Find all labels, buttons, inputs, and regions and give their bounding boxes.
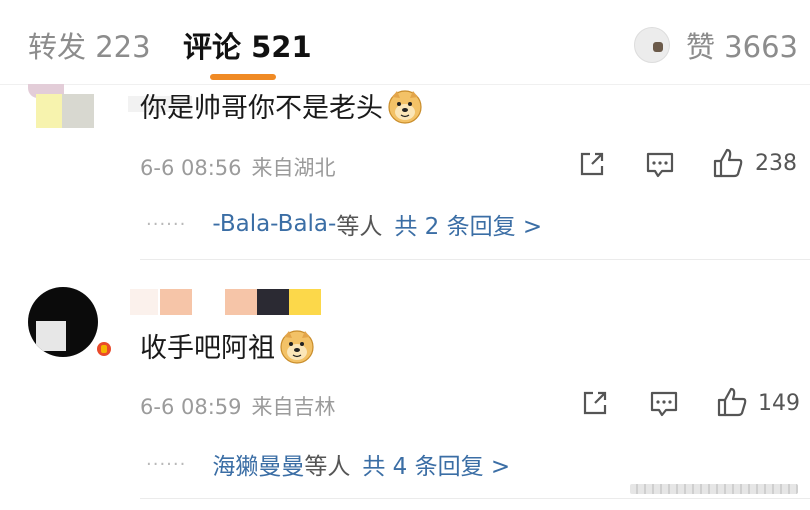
username-redacted[interactable]	[289, 289, 321, 315]
avatar[interactable]	[28, 287, 98, 357]
doge-emoji-icon	[280, 329, 314, 364]
comment-text-content: 收手吧阿祖	[140, 333, 275, 364]
tab-bar: 转发 223 评论 521 赞 3663	[0, 0, 810, 84]
reply-count-link[interactable]: 共 2 条回复 >	[394, 207, 542, 241]
doge-emoji-icon	[388, 89, 422, 124]
username-redacted[interactable]	[225, 289, 257, 315]
liker-avatar	[633, 27, 670, 63]
like-count: 149	[758, 391, 800, 416]
reply-dots: ······	[146, 453, 187, 475]
username-redacted[interactable]	[130, 289, 158, 315]
username-redacted[interactable]	[160, 289, 192, 315]
comment-location: 来自湖北	[251, 156, 336, 180]
reply-connector: 等人	[336, 214, 383, 240]
like-count: 238	[755, 151, 797, 176]
reply-usernames[interactable]: -Bala-Bala-	[212, 211, 336, 237]
comment-divider	[140, 259, 810, 260]
reply-connector: 等人	[304, 454, 351, 480]
comment-date: 6-6 08:56	[140, 156, 242, 180]
share-icon[interactable]	[581, 389, 609, 417]
comment-location: 来自吉林	[251, 395, 336, 419]
comment-meta: 6-6 08:59 来自吉林	[140, 391, 336, 421]
watermark-redacted	[630, 484, 798, 494]
active-tab-indicator	[210, 74, 276, 80]
comment-text: 收手吧阿祖	[140, 326, 315, 365]
reply-summary[interactable]: ······ 海獭曼曼 等人 共 4 条回复 >	[146, 447, 510, 481]
comment-icon[interactable]	[645, 151, 675, 179]
thumbs-up-icon[interactable]	[716, 386, 748, 418]
weibo-comments-screen: 转发 223 评论 521 赞 3663 你是帅哥你不是老头 6-6 08:56…	[0, 0, 810, 510]
comment-date: 6-6 08:59	[140, 395, 242, 419]
reply-summary[interactable]: ······ -Bala-Bala- 等人 共 2 条回复 >	[146, 207, 542, 241]
comment-text: 你是帅哥你不是老头	[140, 86, 423, 125]
tab-reposts[interactable]: 转发 223	[28, 24, 151, 66]
avatar[interactable]	[28, 84, 110, 130]
tab-comments[interactable]: 评论 521	[183, 24, 312, 66]
likes-tab[interactable]: 赞 3663	[633, 24, 798, 66]
share-icon[interactable]	[578, 150, 606, 178]
reply-count-link[interactable]: 共 4 条回复 >	[362, 447, 510, 481]
comment-meta: 6-6 08:56 来自湖北	[140, 152, 336, 182]
comment-text-content: 你是帅哥你不是老头	[140, 93, 383, 124]
reply-dots: ······	[146, 213, 187, 235]
likes-count-label: 赞 3663	[685, 30, 798, 64]
reply-usernames[interactable]: 海獭曼曼	[212, 447, 304, 481]
header-divider	[0, 84, 810, 85]
thumbs-up-icon[interactable]	[712, 147, 744, 179]
username-redacted[interactable]	[257, 289, 289, 315]
comment-icon[interactable]	[649, 390, 679, 418]
user-badge-icon	[97, 342, 111, 356]
comment-divider	[140, 498, 810, 499]
